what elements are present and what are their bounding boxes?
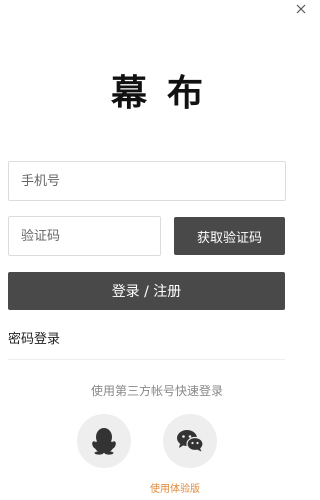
qq-login-button[interactable]: [77, 414, 131, 468]
wechat-login-button[interactable]: [163, 414, 217, 468]
login-register-button[interactable]: 登录 / 注册: [8, 272, 285, 310]
app-logo: 幕布: [110, 72, 223, 114]
get-code-button[interactable]: 获取验证码: [174, 217, 285, 255]
close-icon: [296, 4, 306, 14]
experience-version-link[interactable]: 使用体验版: [150, 480, 200, 495]
wechat-icon: [177, 430, 204, 452]
verification-code-input[interactable]: [8, 216, 161, 256]
phone-input[interactable]: [8, 161, 286, 201]
third-party-login-label: 使用第三方帐号快速登录: [90, 384, 223, 398]
password-login-link[interactable]: 密码登录: [8, 328, 60, 347]
divider: [8, 359, 285, 360]
close-button[interactable]: [294, 2, 308, 16]
qq-penguin-icon: [92, 428, 116, 455]
